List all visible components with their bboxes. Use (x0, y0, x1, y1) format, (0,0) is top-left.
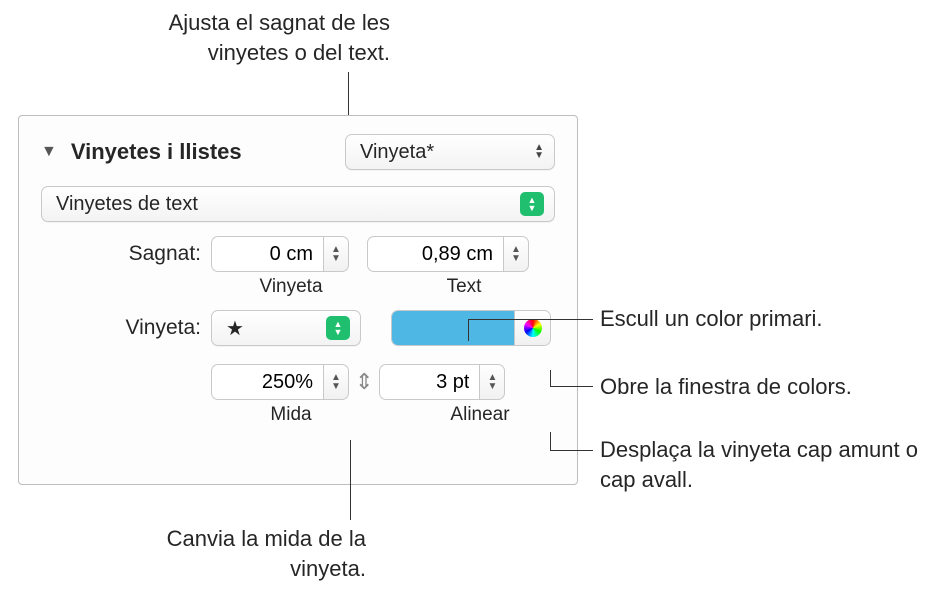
bullets-lists-panel: ▼ Vinyetes i llistes Vinyeta* ▲▼ Vinyete… (18, 115, 578, 485)
size-align-row: ▲▼ ⇕ ▲▼ (41, 364, 555, 400)
color-swatch[interactable] (392, 311, 514, 345)
chevron-updown-icon: ▲▼ (326, 316, 350, 340)
indent-label: Sagnat: (41, 242, 211, 266)
size-align-captions: Mida Alinear (221, 404, 555, 426)
list-style-value: Vinyeta* (360, 141, 434, 164)
leader-line (350, 440, 351, 520)
disclosure-triangle-icon[interactable]: ▼ (41, 143, 57, 161)
color-picker-button[interactable] (514, 311, 550, 345)
bullet-indent-input[interactable] (211, 236, 323, 272)
bullet-label: Vinyeta: (41, 316, 211, 340)
bullet-indent-caption: Vinyeta (221, 276, 361, 298)
size-caption: Mida (221, 404, 361, 426)
align-stepper[interactable]: ▲▼ (379, 364, 505, 400)
chevron-updown-icon: ▲▼ (520, 192, 544, 216)
leader-line (551, 386, 593, 387)
list-style-dropdown[interactable]: Vinyeta* ▲▼ (345, 134, 555, 170)
leader-line (468, 319, 593, 320)
callout-align: Desplaça la vinyeta cap amunt o cap aval… (600, 435, 930, 494)
align-input[interactable] (379, 364, 479, 400)
leader-line (551, 450, 593, 451)
indent-captions: Vinyeta Text (221, 276, 555, 298)
bullet-glyph-value: ★ (226, 316, 244, 341)
size-input[interactable] (211, 364, 323, 400)
callout-size: Canvia la mida de la vinyeta. (136, 524, 366, 583)
color-wheel-icon (524, 319, 542, 337)
stepper-buttons-icon[interactable]: ▲▼ (323, 364, 349, 400)
callout-color-primary: Escull un color primari. (600, 304, 823, 334)
vertical-align-icon: ⇕ (355, 369, 373, 395)
bullet-type-value: Vinyetes de text (56, 193, 198, 216)
stepper-buttons-icon[interactable]: ▲▼ (479, 364, 505, 400)
stepper-buttons-icon[interactable]: ▲▼ (323, 236, 349, 272)
callout-color-window: Obre la finestra de colors. (600, 372, 852, 402)
bullet-indent-stepper[interactable]: ▲▼ (211, 236, 349, 272)
bullet-row: Vinyeta: ★ ▲▼ (41, 310, 555, 346)
callout-indent: Ajusta el sagnat de les vinyetes o del t… (90, 8, 390, 67)
align-caption: Alinear (405, 404, 555, 426)
indent-row: Sagnat: ▲▼ ▲▼ (41, 236, 555, 272)
section-header: ▼ Vinyetes i llistes Vinyeta* ▲▼ (41, 134, 555, 170)
leader-line (550, 432, 551, 451)
text-indent-caption: Text (379, 276, 549, 298)
section-title: Vinyetes i llistes (71, 139, 242, 165)
chevron-updown-icon: ▲▼ (534, 144, 544, 160)
leader-line (550, 370, 551, 387)
size-stepper[interactable]: ▲▼ (211, 364, 349, 400)
stepper-buttons-icon[interactable]: ▲▼ (503, 236, 529, 272)
bullet-glyph-dropdown[interactable]: ★ ▲▼ (211, 310, 361, 346)
color-well (391, 310, 551, 346)
leader-line (468, 319, 469, 341)
bullet-type-dropdown[interactable]: Vinyetes de text ▲▼ (41, 186, 555, 222)
text-indent-stepper[interactable]: ▲▼ (367, 236, 529, 272)
text-indent-input[interactable] (367, 236, 503, 272)
